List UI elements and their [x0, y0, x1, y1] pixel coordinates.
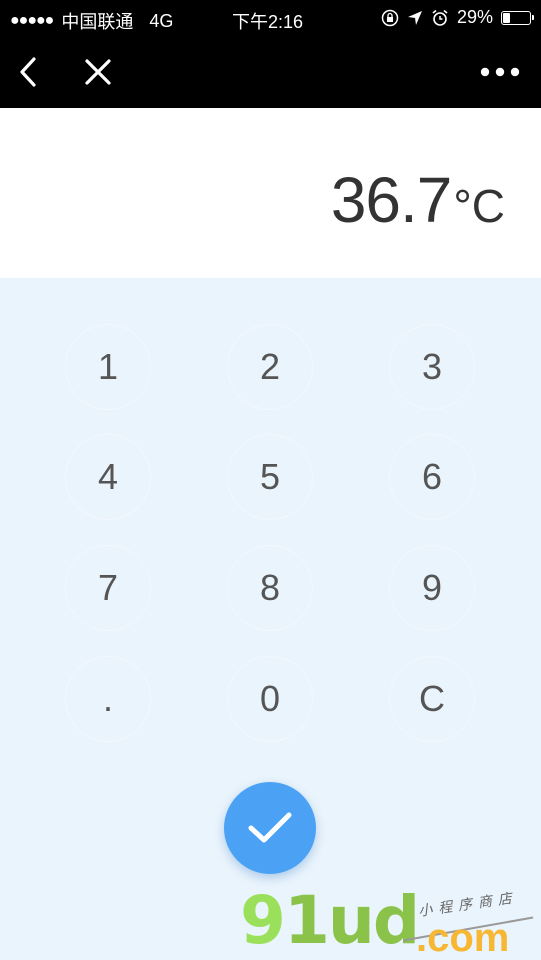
temperature-readout: 36.7°C [331, 164, 505, 242]
temperature-unit: °C [453, 180, 505, 232]
location-arrow-icon [407, 10, 422, 25]
key-clear[interactable]: C [389, 656, 475, 742]
battery-level [503, 12, 510, 23]
key-9[interactable]: 9 [389, 545, 475, 631]
alarm-clock-icon [432, 9, 448, 26]
status-right: 29% [381, 7, 534, 28]
network-type: 4G [149, 10, 174, 31]
watermark-brand: 91ud [240, 888, 420, 954]
key-0[interactable]: 0 [227, 656, 313, 742]
key-5[interactable]: 5 [227, 434, 313, 520]
carrier-name: 中国联通 [61, 12, 134, 32]
key-6[interactable]: 6 [389, 434, 475, 520]
key-decimal[interactable]: . [65, 656, 151, 742]
key-2[interactable]: 2 [227, 324, 313, 410]
back-button[interactable] [6, 36, 50, 108]
key-8[interactable]: 8 [227, 545, 313, 631]
checkmark-icon [248, 812, 292, 843]
key-7[interactable]: 7 [65, 545, 151, 631]
status-left: ●●●●● 中国联通 4G [10, 8, 173, 34]
confirm-button[interactable] [224, 782, 316, 874]
watermark-domain: .com [416, 916, 510, 960]
more-dots-icon [480, 67, 520, 77]
status-time: 下午2:16 [232, 12, 304, 32]
temperature-value: 36.7 [330, 164, 453, 236]
close-button[interactable] [76, 36, 120, 108]
close-icon [85, 59, 111, 85]
key-3[interactable]: 3 [389, 324, 475, 410]
navigation-bar [0, 36, 541, 108]
battery-percentage: 29% [456, 7, 493, 27]
temperature-display: 36.7°C [0, 108, 541, 278]
chevron-left-icon [20, 57, 36, 87]
number-keypad: 1 2 3 4 5 6 7 8 9 . 0 C [0, 278, 541, 960]
status-bar: ●●●●● 中国联通 4G 下午2:16 29% [0, 0, 541, 36]
watermark-logo: 91ud 小程序商店 .com [240, 888, 540, 960]
battery-icon [501, 10, 534, 25]
key-4[interactable]: 4 [65, 434, 151, 520]
key-1[interactable]: 1 [65, 324, 151, 410]
orientation-lock-icon [381, 9, 399, 26]
watermark-brand-a: 9 [240, 882, 286, 959]
more-options-button[interactable] [474, 36, 526, 108]
signal-strength-icon: ●●●●● [10, 12, 54, 29]
watermark-brand-b: 1ud [283, 882, 420, 959]
